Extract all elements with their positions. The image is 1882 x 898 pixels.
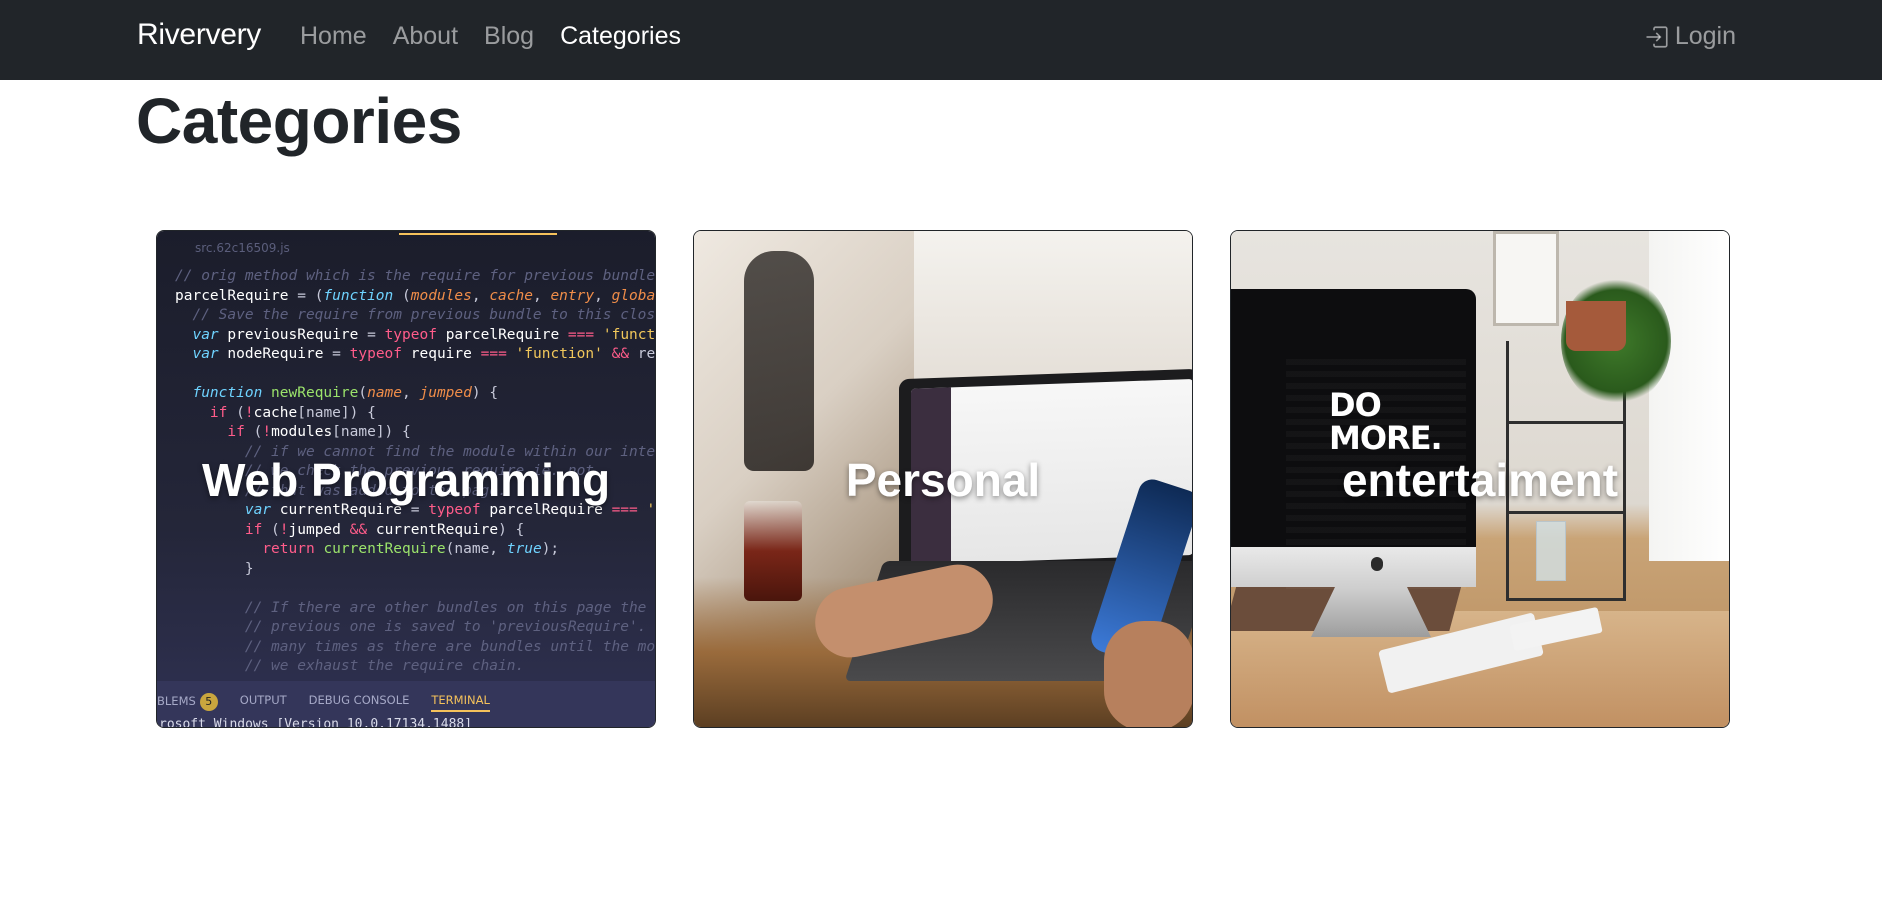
nav-link-categories[interactable]: Categories: [560, 22, 681, 51]
terminal-tabs: BLEMS 5 OUTPUT DEBUG CONSOLE TERMINAL: [157, 693, 490, 712]
login-link[interactable]: Login: [1645, 22, 1736, 51]
category-label: entertaiment: [1341, 454, 1619, 506]
category-card-entertaiment[interactable]: DO MORE. entertaiment: [1230, 230, 1730, 728]
terminal-tab-output: OUTPUT: [239, 693, 287, 707]
category-card-personal[interactable]: Personal: [693, 230, 1193, 728]
problems-badge: 5: [199, 693, 218, 711]
box-arrow-in-right-icon: [1646, 25, 1668, 48]
terminal-panel: BLEMS 5 OUTPUT DEBUG CONSOLE TERMINAL ros…: [157, 681, 655, 727]
terminal-line: rosoft Windows [Version 10.0.17134.1488]: [159, 717, 473, 728]
monitor-text: DO MORE.: [1329, 386, 1443, 457]
terminal-tab-problems: BLEMS 5: [157, 693, 218, 712]
editor-tab-label: src.62c16509.js: [195, 241, 290, 255]
nav-link-home[interactable]: Home: [300, 22, 367, 51]
navbar: Riververy Home About Blog Categories Log…: [0, 0, 1882, 80]
category-label: Web Programming: [201, 454, 611, 506]
page-title: Categories: [136, 85, 462, 157]
terminal-tab-debug-console: DEBUG CONSOLE: [308, 693, 410, 707]
nav-link-about[interactable]: About: [393, 22, 458, 51]
category-card-web-programming[interactable]: src.62c16509.js // orig method which is …: [156, 230, 656, 728]
terminal-tab-terminal: TERMINAL: [431, 693, 490, 712]
category-label: Personal: [845, 454, 1041, 506]
nav-links: Home About Blog Categories: [300, 22, 681, 51]
brand-link[interactable]: Riververy: [137, 18, 261, 52]
nav-link-blog[interactable]: Blog: [484, 22, 534, 51]
login-label: Login: [1674, 22, 1736, 50]
